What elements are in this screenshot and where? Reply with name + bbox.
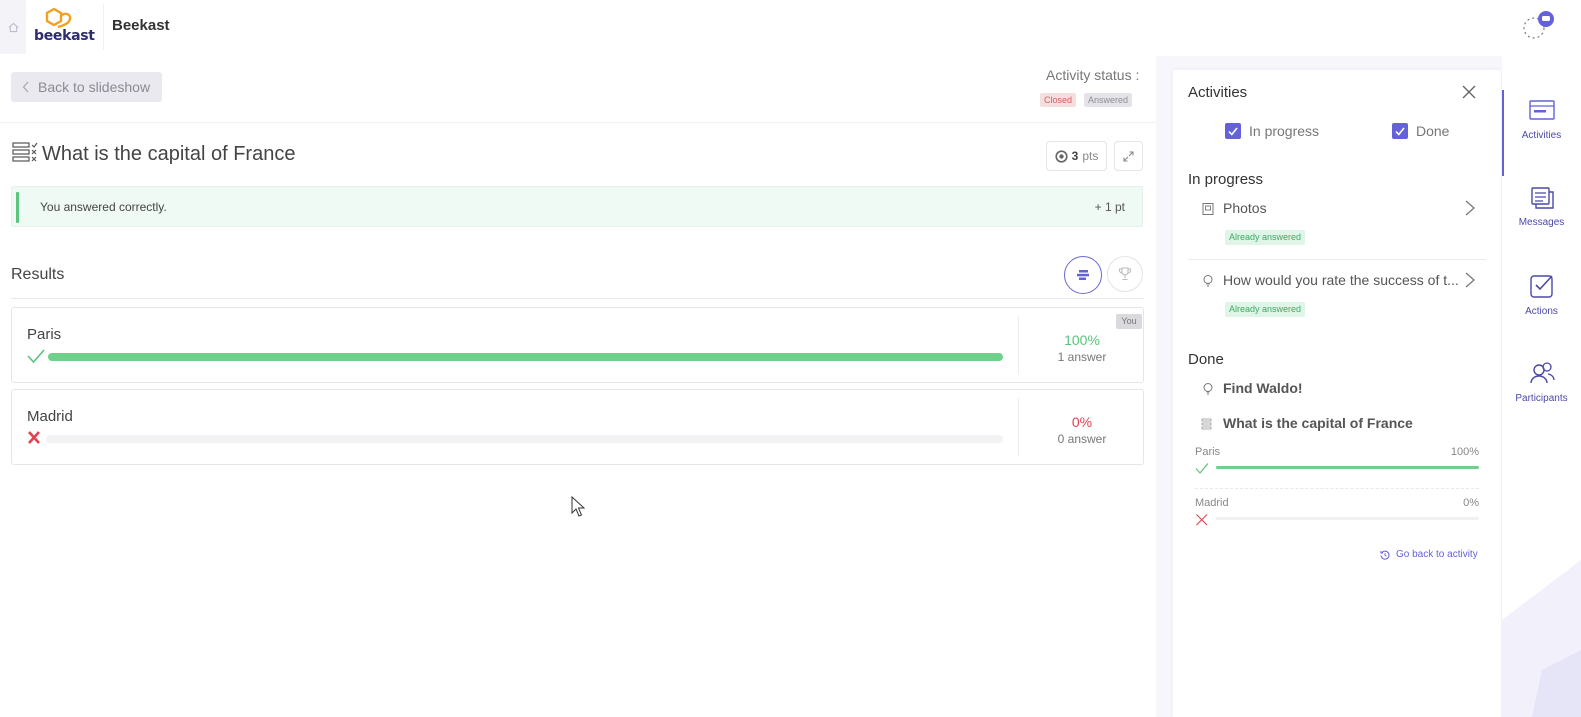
- leaderboard-button[interactable]: [1107, 256, 1143, 292]
- mini-result-divider: [1195, 488, 1479, 489]
- points-icon: [1055, 149, 1068, 163]
- brand-name: Beekast: [112, 17, 170, 34]
- checkmark-icon: [1228, 127, 1238, 136]
- close-icon[interactable]: [1460, 83, 1478, 101]
- brand-divider: [103, 4, 104, 50]
- activity-label: What is the capital of France: [1223, 415, 1413, 431]
- chevron-left-icon: [22, 81, 29, 93]
- already-answered-badge: Already answered: [1225, 230, 1306, 245]
- answer-count: 0 answer: [1057, 432, 1107, 446]
- checkmark-icon: [1395, 127, 1405, 136]
- quiz-list-icon: [12, 142, 38, 162]
- expand-icon: [1123, 150, 1134, 162]
- activities-panel: Activities In progress Done In progress …: [1173, 70, 1501, 717]
- activity-label: How would you rate the success of t...: [1223, 272, 1459, 288]
- back-to-slideshow-button[interactable]: Back to slideshow: [11, 72, 162, 102]
- answer-progress-track: [48, 353, 1003, 361]
- messages-icon: [1530, 187, 1554, 209]
- sidebar-item-label: Participants: [1515, 393, 1568, 404]
- points-unit: pts: [1082, 149, 1099, 163]
- status-badge-closed: Closed: [1040, 93, 1077, 107]
- cross-icon: [1196, 514, 1208, 526]
- points-value: 3: [1071, 149, 1079, 163]
- answer-percent: 0%: [1071, 414, 1093, 430]
- decorative-background-shape: [1502, 560, 1581, 717]
- answer-percent: 100%: [1064, 332, 1100, 348]
- answer-label: Madrid: [27, 408, 73, 425]
- sidebar-item-messages[interactable]: Messages: [1502, 177, 1581, 247]
- answer-row-paris: Paris 100% 1 answer You: [11, 307, 1144, 383]
- feedback-points: + 1 pt: [1094, 200, 1125, 214]
- home-tab[interactable]: [0, 0, 26, 54]
- activities-icon: [1528, 100, 1555, 120]
- filter-label: Done: [1416, 123, 1450, 139]
- feedback-banner: You answered correctly. + 1 pt: [11, 186, 1143, 227]
- chevron-right-icon: [1465, 272, 1475, 288]
- activity-label: Find Waldo!: [1223, 380, 1303, 396]
- checkbox-done[interactable]: [1392, 123, 1408, 139]
- go-back-to-activity-link[interactable]: Go back to activity: [1380, 549, 1478, 560]
- activity-label: Photos: [1223, 200, 1267, 216]
- mini-progress-track: [1216, 466, 1479, 469]
- history-icon: [1380, 550, 1390, 560]
- top-bar: beekast Beekast: [0, 0, 1581, 56]
- answer-progress-fill: [48, 353, 1003, 361]
- answer-row-madrid: Madrid 0% 0 answer: [11, 389, 1144, 465]
- cross-icon: [28, 431, 40, 444]
- mini-progress-track: [1216, 517, 1479, 520]
- sidebar-item-label: Activities: [1521, 130, 1562, 141]
- mini-result-label: Paris: [1195, 446, 1221, 458]
- participants-icon: [1529, 362, 1555, 384]
- points-button[interactable]: 3 pts: [1046, 141, 1107, 171]
- sidebar-item-label: Actions: [1525, 306, 1558, 317]
- chevron-right-icon: [1465, 200, 1475, 216]
- results-title: Results: [11, 266, 65, 283]
- answer-progress-track: [46, 435, 1003, 443]
- in-progress-title: In progress: [1188, 171, 1264, 188]
- logo-text: beekast: [34, 28, 95, 44]
- mini-result-percent: 0%: [1463, 497, 1479, 509]
- panel-title: Activities: [1188, 84, 1248, 101]
- photo-icon: [1202, 203, 1214, 215]
- actions-icon: [1529, 275, 1553, 298]
- results-divider: [11, 298, 1144, 299]
- filter-in-progress[interactable]: In progress: [1225, 123, 1319, 139]
- mouse-cursor-icon: [571, 496, 585, 517]
- expand-button[interactable]: [1114, 141, 1143, 171]
- status-badge-answered: Answered: [1084, 93, 1133, 107]
- mini-progress-fill: [1216, 466, 1479, 469]
- answer-label: Paris: [27, 326, 62, 343]
- go-back-label: Go back to activity: [1396, 549, 1478, 560]
- bar-list-icon: [1077, 270, 1089, 280]
- mini-result-percent: 100%: [1450, 446, 1479, 458]
- answer-count: 1 answer: [1057, 350, 1107, 364]
- sidebar-item-participants[interactable]: Participants: [1502, 351, 1581, 421]
- avatar[interactable]: [1504, 8, 1556, 54]
- trophy-icon: [1118, 267, 1132, 281]
- sidebar-item-actions[interactable]: Actions: [1502, 264, 1581, 334]
- mini-result-label: Madrid: [1195, 497, 1229, 509]
- quiz-list-icon: [1201, 418, 1212, 430]
- you-badge: You: [1116, 314, 1142, 329]
- sidebar-item-activities[interactable]: Activities: [1502, 90, 1581, 176]
- activity-status-label: Activity status :: [1046, 67, 1140, 83]
- feedback-text: You answered correctly.: [40, 200, 167, 214]
- results-bars-button[interactable]: [1064, 256, 1102, 294]
- filter-label: In progress: [1249, 123, 1320, 139]
- checkbox-in-progress[interactable]: [1225, 123, 1241, 139]
- done-title: Done: [1188, 351, 1224, 368]
- question-title: What is the capital of France: [42, 143, 296, 165]
- already-answered-badge: Already answered: [1225, 302, 1306, 317]
- feedback-accent-bar: [16, 192, 19, 223]
- sidebar-item-label: Messages: [1518, 217, 1565, 228]
- check-icon: [27, 349, 45, 364]
- lightbulb-icon: [1203, 383, 1213, 395]
- home-icon: [8, 22, 18, 32]
- check-icon: [1195, 463, 1209, 474]
- filter-done[interactable]: Done: [1392, 123, 1449, 139]
- back-button-label: Back to slideshow: [38, 79, 151, 95]
- lightbulb-icon: [1203, 275, 1213, 287]
- activity-divider: [1188, 259, 1486, 260]
